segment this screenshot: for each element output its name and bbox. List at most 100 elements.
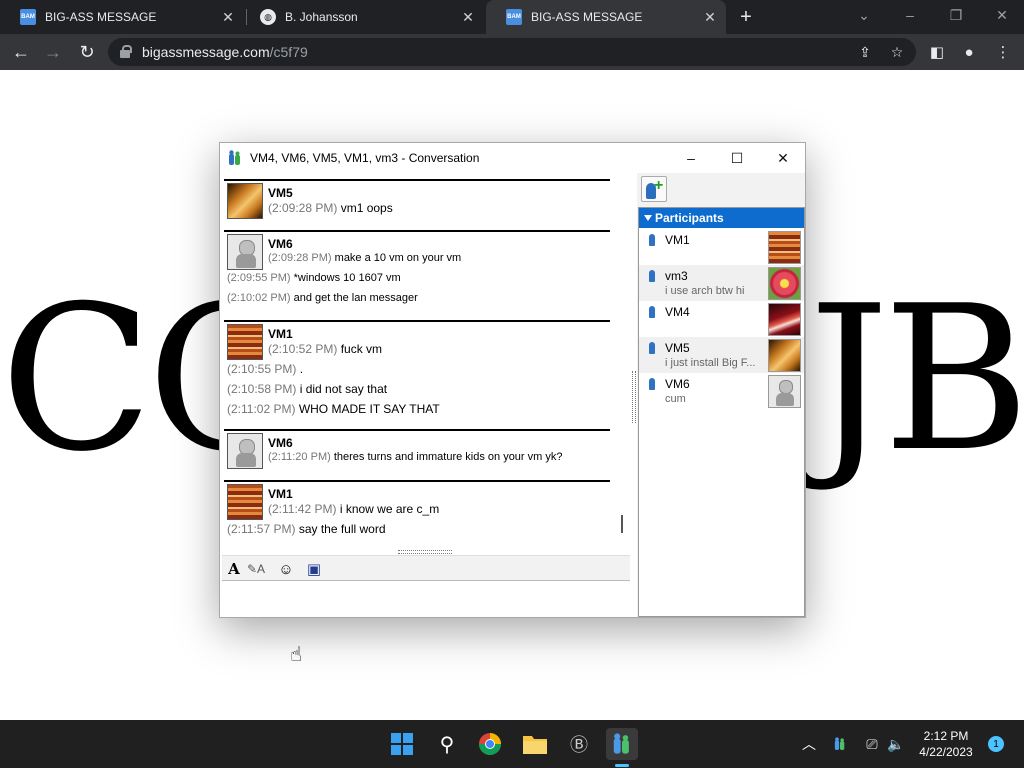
active-app-indicator	[615, 764, 629, 767]
maximize-icon[interactable]: ☐	[722, 147, 752, 169]
save-icon[interactable]: ▣	[304, 559, 324, 579]
participants-label: Participants	[655, 211, 724, 225]
message-line: (2:11:42 PM) i know we are c_m	[268, 502, 440, 516]
message-group: VM1 (2:11:42 PM) i know we are c_m (2:11…	[224, 480, 610, 550]
participant-item[interactable]: VM5 i just install Big F...	[639, 337, 804, 373]
document-favicon-icon: ◍	[260, 9, 276, 25]
bam-favicon-icon: BAM	[506, 9, 522, 25]
user-icon	[649, 234, 655, 246]
network-icon[interactable]: ⎚	[862, 734, 882, 754]
participant-name: VM4	[665, 305, 690, 319]
message-group: VM5 (2:09:28 PM) vm1 oops	[224, 179, 610, 227]
browser-tab-3-active[interactable]: BAM BIG-ASS MESSAGE ✕	[486, 0, 726, 34]
message-line: (2:10:55 PM) .	[227, 362, 304, 376]
participant-name: VM5	[665, 341, 690, 355]
participants-panel: + Participants VM1 vm3 i use arch btw hi	[637, 173, 805, 617]
message-input[interactable]	[222, 583, 630, 617]
menu-icon[interactable]: ⋮	[992, 41, 1014, 63]
user-icon	[649, 270, 655, 282]
forward-icon[interactable]: →	[40, 39, 66, 65]
avatar	[227, 183, 263, 219]
lan-messenger-taskbar-icon[interactable]	[606, 728, 638, 760]
search-icon[interactable]: ⚲	[431, 728, 463, 760]
message-line: (2:09:28 PM) make a 10 vm on your vm	[268, 252, 462, 264]
font-color-icon[interactable]: ✎A	[246, 559, 266, 579]
message-sender: VM1	[268, 327, 293, 341]
message-line: (2:10:52 PM) fuck vm	[268, 342, 383, 356]
collapse-triangle-icon	[644, 215, 652, 221]
tab-title: BIG-ASS MESSAGE	[45, 10, 157, 24]
font-icon[interactable]: A	[224, 559, 244, 579]
participant-item[interactable]: VM1	[639, 229, 804, 265]
horizontal-splitter-handle[interactable]	[398, 550, 452, 554]
participant-avatar	[768, 267, 801, 300]
message-group: VM1 (2:10:52 PM) fuck vm (2:10:55 PM) . …	[224, 320, 610, 426]
clock[interactable]: 2:12 PM 4/22/2023	[910, 728, 982, 760]
participant-status: cum	[665, 393, 686, 405]
share-icon[interactable]: ⇪	[856, 43, 874, 61]
avatar	[227, 484, 263, 520]
avatar	[227, 433, 263, 469]
participant-name: VM6	[665, 377, 690, 391]
minimize-icon[interactable]: –	[676, 147, 706, 169]
profile-icon[interactable]: ●	[958, 41, 980, 63]
tab-search-chevron-icon[interactable]: ⌄	[851, 4, 877, 26]
conversation-titlebar[interactable]: VM4, VM6, VM5, VM1, vm3 - Conversation –…	[220, 143, 805, 173]
participant-item[interactable]: VM4	[639, 301, 804, 337]
url-text[interactable]: bigassmessage.com/c5f79	[142, 44, 308, 60]
tab-title: B. Johansson	[285, 10, 358, 24]
browser-tab-bar: BAM BIG-ASS MESSAGE ✕ ◍ B. Johansson ✕ B…	[0, 0, 1024, 34]
back-icon[interactable]: ←	[8, 39, 34, 65]
message-scrollbar[interactable]	[621, 515, 623, 533]
add-participant-button[interactable]: +	[641, 176, 667, 202]
show-hidden-icons-chevron-icon[interactable]: ︿	[799, 734, 819, 754]
tab-title: BIG-ASS MESSAGE	[531, 10, 643, 24]
star-icon[interactable]: ☆	[888, 43, 906, 61]
participants-header[interactable]: Participants	[639, 208, 804, 228]
lan-messenger-tray-icon[interactable]	[830, 734, 850, 754]
notification-badge[interactable]: 1	[988, 736, 1004, 752]
windows-taskbar: ⚲ Ⓑ ︿ ⎚ 🔈 2:12 PM 4/22/2023 1	[0, 720, 1024, 768]
user-icon	[649, 306, 655, 318]
participant-avatar	[768, 303, 801, 336]
participant-status: i just install Big F...	[665, 357, 756, 369]
lock-icon[interactable]	[120, 45, 132, 58]
restore-icon[interactable]: ❐	[943, 4, 969, 26]
start-icon[interactable]	[386, 728, 418, 760]
message-history[interactable]: VM5 (2:09:28 PM) vm1 oops VM6 (2:09:28 P…	[222, 179, 615, 551]
app-b-icon[interactable]: Ⓑ	[563, 728, 595, 760]
close-window-icon[interactable]: ✕	[989, 4, 1015, 26]
participant-item[interactable]: vm3 i use arch btw hi	[639, 265, 804, 301]
vertical-splitter-handle[interactable]	[632, 371, 636, 423]
message-sender: VM5	[268, 186, 293, 200]
chrome-icon[interactable]	[474, 728, 506, 760]
tab-close-icon[interactable]: ✕	[218, 7, 238, 27]
new-tab-button[interactable]: +	[734, 5, 758, 29]
message-line: (2:09:28 PM) vm1 oops	[268, 201, 393, 215]
browser-tab-1[interactable]: BAM BIG-ASS MESSAGE ✕	[0, 0, 244, 34]
tab-close-icon[interactable]: ✕	[458, 7, 478, 27]
address-bar[interactable]: bigassmessage.com/c5f79 ⇪ ☆	[108, 38, 916, 66]
participant-avatar	[768, 375, 801, 408]
reload-icon[interactable]: ↻	[74, 39, 100, 65]
avatar	[227, 324, 263, 360]
avatar	[227, 234, 263, 270]
tab-close-icon[interactable]: ✕	[700, 7, 720, 27]
minimize-icon[interactable]: –	[897, 4, 923, 26]
browser-tab-2[interactable]: ◍ B. Johansson ✕	[240, 0, 484, 34]
volume-icon[interactable]: 🔈	[886, 734, 906, 754]
participant-item[interactable]: VM6 cum	[639, 373, 804, 409]
participant-name: vm3	[665, 269, 688, 283]
participant-avatar	[768, 339, 801, 372]
lan-messenger-app-icon	[229, 150, 240, 165]
message-line: (2:09:55 PM) *windows 10 1607 vm	[227, 272, 401, 284]
sidepanel-icon[interactable]: ◧	[926, 41, 948, 63]
smiley-icon[interactable]: ☺	[276, 559, 296, 579]
file-explorer-icon[interactable]	[519, 728, 551, 760]
participant-status: i use arch btw hi	[665, 285, 745, 297]
message-group: VM6 (2:09:28 PM) make a 10 vm on your vm…	[224, 230, 610, 316]
close-icon[interactable]: ✕	[768, 147, 798, 169]
conversation-title: VM4, VM6, VM5, VM1, vm3 - Conversation	[250, 151, 480, 165]
participant-avatar	[768, 231, 801, 264]
message-line: (2:11:20 PM) theres turns and immature k…	[268, 451, 563, 463]
